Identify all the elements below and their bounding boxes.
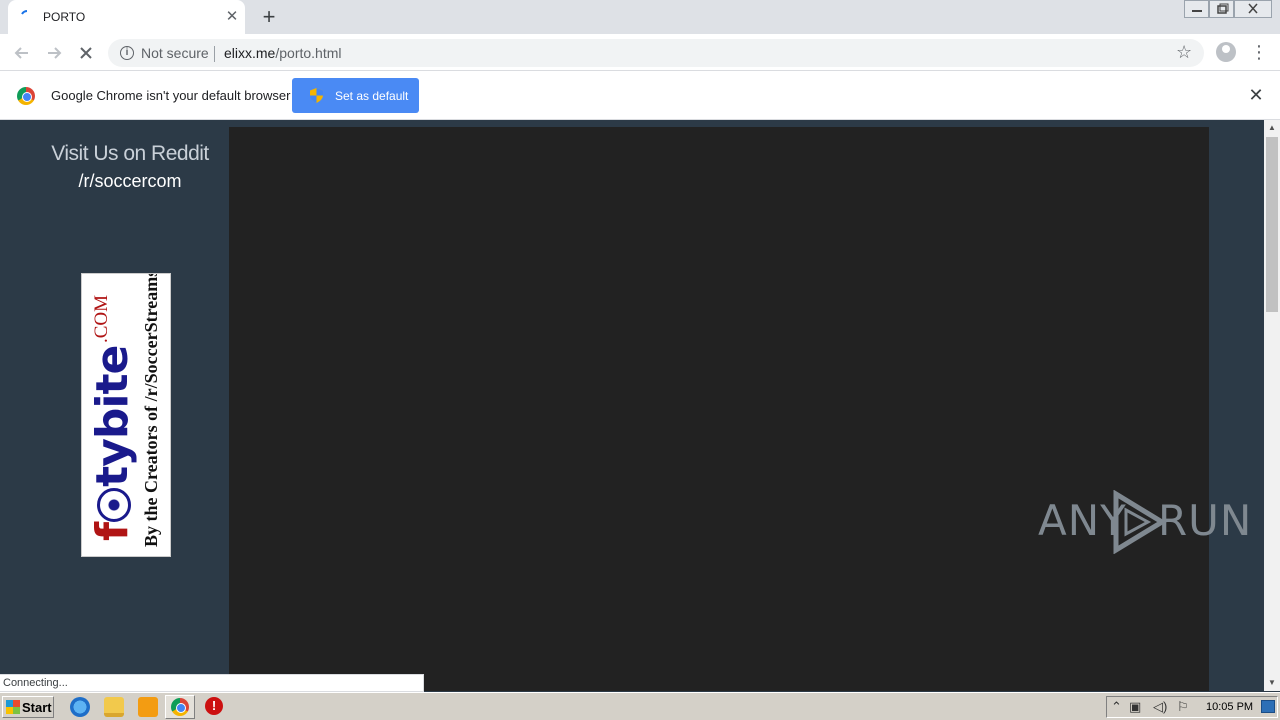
default-browser-infobar: Google Chrome isn't your default browser… bbox=[0, 71, 1280, 120]
system-tray: ⌃ ▣ ◁) ⚐ 10:05 PM bbox=[1106, 696, 1278, 718]
shield-icon bbox=[310, 88, 323, 103]
brand-letter-f: f bbox=[87, 522, 138, 541]
video-player[interactable] bbox=[229, 127, 1209, 691]
infobar-close-icon[interactable]: ✕ bbox=[1248, 86, 1264, 104]
scroll-down-arrow-icon[interactable]: ▼ bbox=[1264, 675, 1280, 691]
tab-close-icon[interactable]: ✕ bbox=[224, 9, 240, 25]
browser-toolbar: i Not secure elixx.me/porto.html ☆ ⋮ bbox=[0, 34, 1280, 71]
internet-explorer-icon[interactable] bbox=[70, 697, 90, 717]
stop-loading-icon bbox=[80, 47, 92, 59]
network-icon[interactable]: ▣ bbox=[1129, 699, 1141, 715]
watermark-right: RUN bbox=[1158, 496, 1253, 545]
show-desktop-icon[interactable] bbox=[1261, 700, 1275, 713]
security-label[interactable]: Not secure bbox=[141, 45, 209, 61]
banner-suffix: .COM bbox=[91, 294, 112, 343]
back-arrow-icon bbox=[14, 47, 28, 59]
info-icon[interactable]: i bbox=[120, 46, 134, 60]
new-tab-button[interactable]: + bbox=[258, 6, 280, 28]
banner-tagline: By the Creators of /r/SoccerStreams bbox=[141, 273, 161, 547]
restore-button[interactable] bbox=[1209, 0, 1234, 18]
soccer-ball-icon bbox=[97, 487, 131, 522]
url-path: /porto.html bbox=[275, 45, 342, 61]
vertical-scrollbar[interactable]: ▲ ▼ bbox=[1264, 120, 1280, 691]
address-bar[interactable]: i Not secure elixx.me/porto.html ☆ bbox=[108, 39, 1204, 67]
start-label: Start bbox=[22, 700, 52, 715]
scroll-up-arrow-icon[interactable]: ▲ bbox=[1264, 120, 1280, 136]
taskbar: Start ! ⌃ ▣ ◁) ⚐ 10:05 PM bbox=[0, 692, 1280, 720]
reddit-heading: Visit Us on Reddit bbox=[51, 142, 209, 165]
url-domain: elixx.me bbox=[224, 45, 276, 61]
stop-loading-button[interactable] bbox=[74, 41, 98, 65]
action-center-flag-icon[interactable]: ⚐ bbox=[1177, 699, 1189, 715]
bookmark-star-icon[interactable]: ☆ bbox=[1176, 42, 1192, 63]
brand-rest: tybite bbox=[87, 345, 138, 487]
banner-brand: f tybite bbox=[87, 346, 138, 541]
minimize-button[interactable] bbox=[1184, 0, 1209, 18]
tab-porto[interactable]: PORTO ✕ bbox=[8, 0, 245, 34]
loading-spinner-icon bbox=[21, 10, 28, 15]
stop-sign-icon[interactable]: ! bbox=[205, 697, 223, 715]
url-divider bbox=[214, 46, 215, 62]
taskbar-chrome-button[interactable] bbox=[165, 695, 195, 719]
footybite-banner[interactable]: f tybite .COM By the Creators of /r/Socce… bbox=[81, 273, 171, 557]
tab-title: PORTO bbox=[43, 10, 86, 24]
restore-icon bbox=[1217, 3, 1229, 14]
set-as-default-button[interactable]: Set as default bbox=[292, 78, 419, 113]
profile-avatar-icon[interactable] bbox=[1216, 42, 1236, 62]
scroll-thumb[interactable] bbox=[1266, 137, 1278, 312]
infobar-message: Google Chrome isn't your default browser bbox=[51, 88, 291, 103]
show-hidden-icons-icon[interactable]: ⌃ bbox=[1111, 699, 1122, 715]
tab-strip: PORTO ✕ + bbox=[0, 0, 1280, 34]
clock[interactable]: 10:05 PM bbox=[1206, 701, 1253, 713]
forward-arrow-icon bbox=[48, 47, 62, 59]
close-window-button[interactable] bbox=[1234, 0, 1272, 18]
volume-icon[interactable]: ◁) bbox=[1153, 699, 1167, 715]
forward-button[interactable] bbox=[42, 41, 66, 65]
windows-logo-icon bbox=[6, 700, 20, 714]
back-button[interactable] bbox=[10, 41, 34, 65]
chrome-logo-icon bbox=[17, 87, 35, 105]
page-content: Visit Us on Reddit /r/soccercom f tybite … bbox=[0, 120, 1264, 691]
close-icon bbox=[1248, 3, 1258, 14]
chrome-icon bbox=[171, 698, 189, 716]
start-button[interactable]: Start bbox=[2, 696, 54, 718]
menu-icon[interactable]: ⋮ bbox=[1250, 40, 1268, 64]
media-player-icon[interactable] bbox=[138, 697, 158, 717]
status-bubble: Connecting... bbox=[0, 674, 424, 692]
url-text[interactable]: elixx.me/porto.html bbox=[224, 45, 342, 61]
minimize-icon bbox=[1192, 10, 1202, 12]
file-explorer-icon[interactable] bbox=[104, 697, 124, 717]
set-as-default-label: Set as default bbox=[335, 89, 409, 103]
banner-rotated-content: f tybite .COM By the Creators of /r/Socce… bbox=[85, 274, 169, 551]
reddit-link[interactable]: /r/soccercom bbox=[30, 171, 230, 192]
